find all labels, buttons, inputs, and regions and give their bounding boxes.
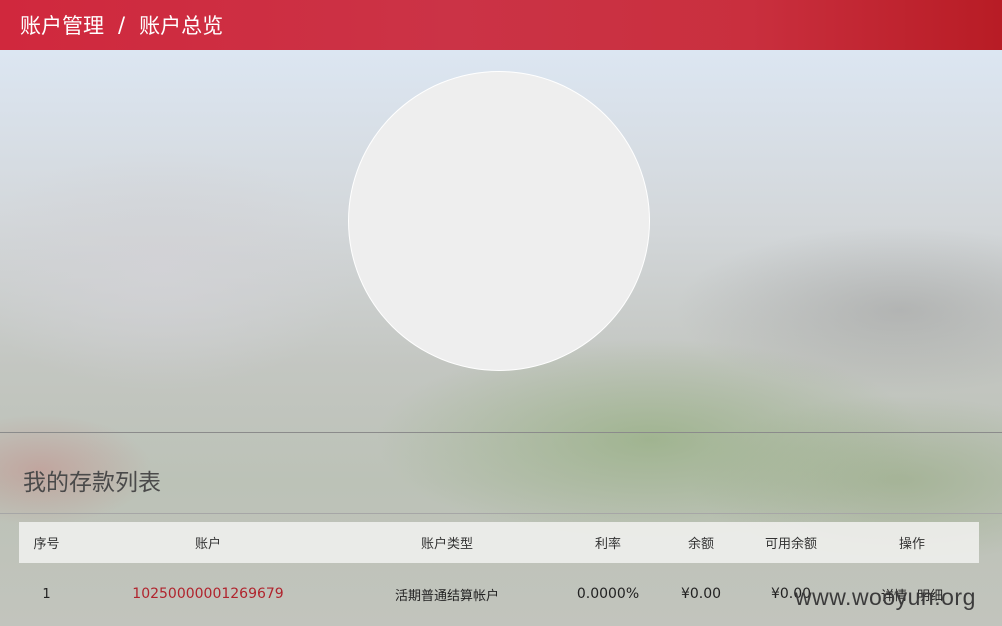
balance: ¥0.00 xyxy=(680,586,722,602)
row-index: 1 xyxy=(42,586,51,602)
column-header-type: 账户类型 xyxy=(420,537,473,552)
column-header-available: 可用余额 xyxy=(764,537,817,552)
breadcrumb-current: 账户总览 xyxy=(139,14,224,38)
divider xyxy=(0,432,1002,433)
column-header-account: 账户 xyxy=(194,537,221,552)
account-cell: 10250000001269679 xyxy=(79,574,337,614)
divider xyxy=(0,513,1002,514)
interest-rate: 0.0000% xyxy=(576,586,640,602)
breadcrumb-parent[interactable]: 账户管理 xyxy=(20,10,104,40)
column-header-rate: 利率 xyxy=(594,537,621,552)
breadcrumb-separator: / xyxy=(118,13,126,37)
avatar xyxy=(348,71,650,371)
page-header: 账户管理 / 账户总览 xyxy=(0,0,1002,50)
column-header-balance: 余额 xyxy=(687,537,714,552)
column-header-index: 序号 xyxy=(33,537,60,552)
watermark: www.wooyun.org xyxy=(795,584,976,610)
account-number-link[interactable]: 10250000001269679 xyxy=(132,586,283,602)
table-header: 序号 账户 账户类型 利率 余额 可用余额 操作 xyxy=(19,522,979,563)
column-header-actions: 操作 xyxy=(898,537,925,552)
section-title: 我的存款列表 xyxy=(23,470,161,496)
account-type: 活期普通结算帐户 xyxy=(394,588,499,604)
